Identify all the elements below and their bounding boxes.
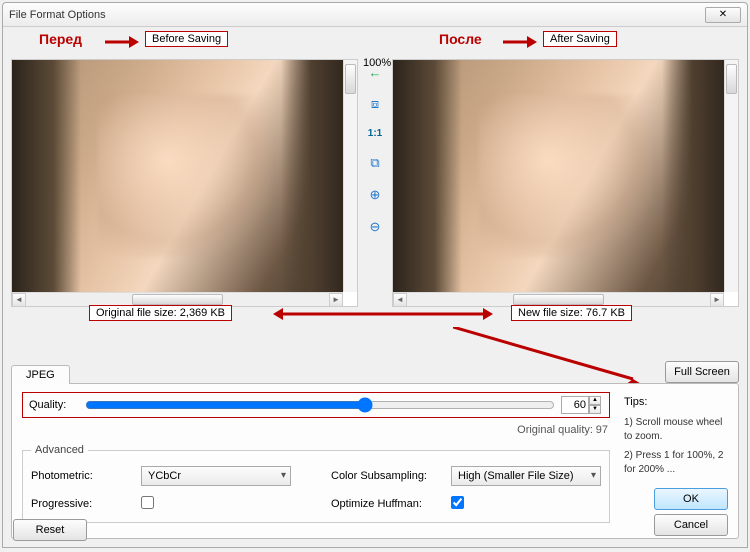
ratio-button[interactable]: 1:1 (368, 128, 382, 139)
tips-line-2: 2) Press 1 for 100%, 2 for 200% ... (624, 449, 728, 476)
full-screen-button[interactable]: Full Screen (665, 361, 739, 383)
advanced-group: Advanced Photometric: YCbCr Color Subsam… (22, 444, 610, 523)
progressive-label: Progressive: (31, 498, 141, 510)
quality-label: Quality: (29, 399, 79, 411)
arrow-icon (503, 35, 537, 49)
preview-before[interactable]: ◄► (11, 59, 358, 307)
zoom-in-icon[interactable]: ⊕ (370, 187, 381, 203)
subsampling-combo[interactable]: High (Smaller File Size) (451, 466, 601, 486)
tips-pane: Tips: 1) Scroll mouse wheel to zoom. 2) … (624, 392, 728, 530)
quality-value-input[interactable] (561, 396, 589, 414)
new-size-value: 76.7 KB (586, 307, 625, 319)
tab-jpeg[interactable]: JPEG (11, 365, 70, 384)
original-size-label: Original file size: (96, 307, 177, 319)
annotation-before: Перед (39, 31, 82, 47)
before-saving-label: Before Saving (145, 31, 228, 47)
preview-toolstrip: ← ⧈ 1:1 ⧉ ⊕ ⊖ (364, 59, 386, 307)
quality-slider[interactable] (85, 397, 555, 413)
preview-image-before (12, 60, 357, 292)
zoom-out-icon[interactable]: ⊖ (370, 219, 381, 235)
scrollbar-v[interactable] (724, 60, 738, 292)
zoom-percent: 100% (363, 57, 391, 69)
preview-row: ◄► ← ⧈ 1:1 ⧉ ⊕ ⊖ ◄► (11, 59, 739, 307)
subsampling-label: Color Subsampling: (331, 470, 451, 482)
ok-button[interactable]: OK (654, 488, 728, 510)
progressive-checkbox[interactable] (141, 496, 154, 509)
original-size-value: 2,369 KB (180, 307, 225, 319)
spin-down-icon[interactable]: ▼ (589, 405, 601, 414)
reset-button[interactable]: Reset (13, 519, 87, 541)
scrollbar-h[interactable]: ◄► (393, 292, 724, 306)
fit-icon[interactable]: ⧈ (371, 96, 379, 112)
photometric-label: Photometric: (31, 470, 141, 482)
dialog-content: Перед После Before Saving After Saving 1… (3, 27, 747, 547)
titlebar[interactable]: File Format Options ✕ (3, 3, 747, 27)
panel-left: Quality: ▲▼ Original quality: 97 Advance… (22, 392, 610, 530)
quality-spinner[interactable]: ▲▼ (561, 396, 603, 414)
huffman-label: Optimize Huffman: (331, 498, 451, 510)
close-button[interactable]: ✕ (705, 7, 741, 23)
photometric-combo[interactable]: YCbCr (141, 466, 291, 486)
lower-panel: JPEG Full Screen Quality: ▲▼ Origin (11, 361, 739, 539)
fit-both-icon[interactable]: ⧉ (370, 155, 379, 171)
after-saving-label: After Saving (543, 31, 617, 47)
spin-up-icon[interactable]: ▲ (589, 396, 601, 405)
quality-row: Quality: ▲▼ (22, 392, 610, 418)
scrollbar-v[interactable] (343, 60, 357, 292)
new-size-label: New file size: (518, 307, 583, 319)
advanced-legend: Advanced (31, 444, 88, 456)
tips-heading: Tips: (624, 396, 728, 408)
double-arrow-icon (273, 306, 493, 322)
new-size-box: New file size: 76.7 KB (511, 305, 632, 321)
preview-image-after (393, 60, 738, 292)
tips-line-1: 1) Scroll mouse wheel to zoom. (624, 416, 728, 443)
dialog-window: File Format Options ✕ Перед После Before… (2, 2, 748, 548)
huffman-checkbox[interactable] (451, 496, 464, 509)
original-size-box: Original file size: 2,369 KB (89, 305, 232, 321)
tabs-row: JPEG Full Screen (11, 361, 739, 383)
preview-after[interactable]: ◄► (392, 59, 739, 307)
window-title: File Format Options (9, 9, 705, 21)
arrow-icon (105, 35, 139, 49)
scrollbar-h[interactable]: ◄► (12, 292, 343, 306)
annotation-after: После (439, 31, 482, 47)
original-quality-readout: Original quality: 97 (22, 424, 610, 436)
